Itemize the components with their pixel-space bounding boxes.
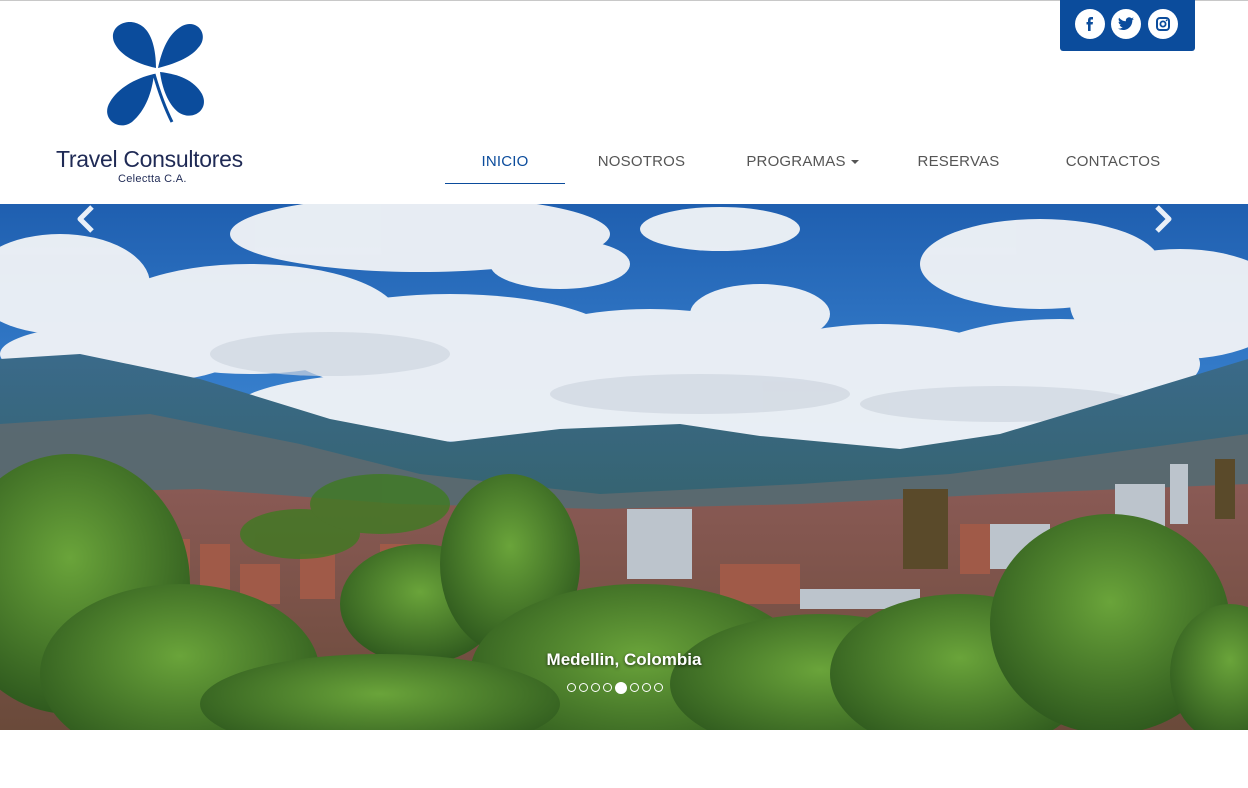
carousel-indicator-active[interactable] bbox=[615, 681, 627, 694]
carousel-indicator[interactable] bbox=[567, 683, 576, 692]
nav-item-label: INICIO bbox=[481, 153, 529, 170]
twitter-icon[interactable] bbox=[1111, 9, 1141, 39]
nav-item-contactos[interactable]: CONTACTOS bbox=[1052, 140, 1174, 183]
nav-item-programas[interactable]: PROGRAMAS bbox=[735, 140, 870, 183]
instagram-icon[interactable] bbox=[1148, 9, 1178, 39]
main-nav: INICIO NOSOTROS PROGRAMAS RESERVAS CONTA… bbox=[0, 140, 1248, 184]
carousel-indicator[interactable] bbox=[591, 683, 600, 692]
caret-down-icon bbox=[850, 159, 859, 164]
carousel-indicator[interactable] bbox=[642, 683, 651, 692]
nav-item-label: PROGRAMAS bbox=[746, 153, 846, 170]
hero-carousel[interactable]: Medellin, Colombia bbox=[0, 204, 1248, 730]
social-links-bar bbox=[1060, 0, 1195, 51]
nav-item-label: CONTACTOS bbox=[1065, 153, 1161, 170]
nav-item-label: NOSOTROS bbox=[597, 153, 686, 170]
chevron-right-icon[interactable] bbox=[1151, 204, 1175, 234]
carousel-indicator[interactable] bbox=[630, 683, 639, 692]
carousel-indicator[interactable] bbox=[654, 683, 663, 692]
nav-item-label: RESERVAS bbox=[917, 153, 1000, 170]
nav-item-nosotros[interactable]: NOSOTROS bbox=[585, 140, 698, 183]
carousel-indicators bbox=[567, 681, 663, 695]
clover-icon bbox=[107, 21, 204, 126]
nav-item-inicio[interactable]: INICIO bbox=[445, 140, 565, 184]
carousel-caption: Medellin, Colombia bbox=[546, 650, 702, 669]
carousel-indicator[interactable] bbox=[603, 683, 612, 692]
facebook-icon[interactable] bbox=[1075, 9, 1105, 39]
chevron-left-icon[interactable] bbox=[74, 204, 98, 234]
nav-item-reservas[interactable]: RESERVAS bbox=[908, 140, 1009, 183]
carousel-indicator[interactable] bbox=[579, 683, 588, 692]
